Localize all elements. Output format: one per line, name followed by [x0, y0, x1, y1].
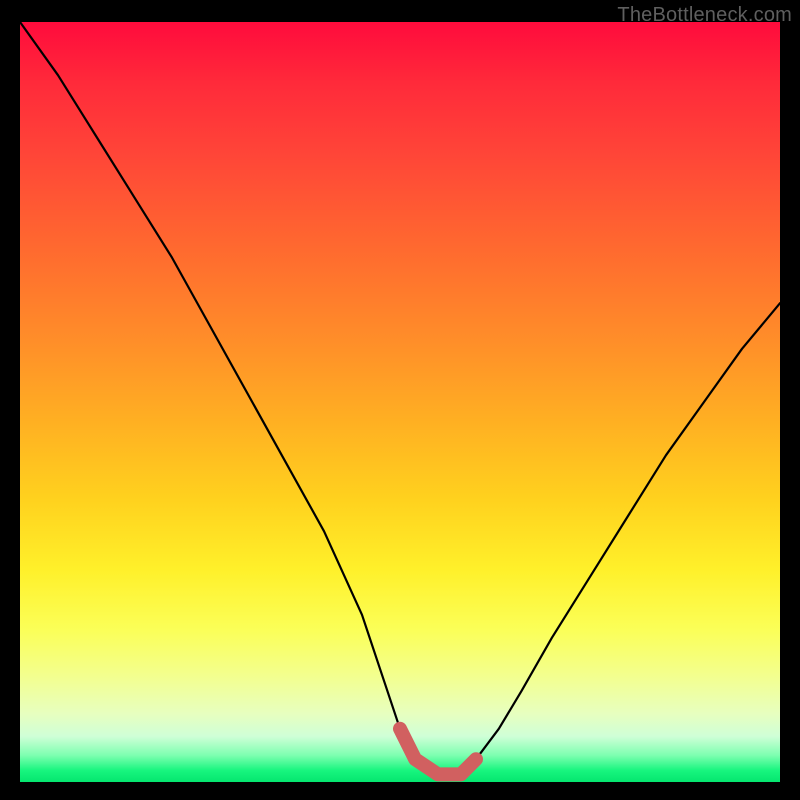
- trough-highlight: [400, 729, 476, 775]
- bottleneck-curve-line: [20, 22, 780, 774]
- plot-area: [20, 22, 780, 782]
- watermark-text: TheBottleneck.com: [617, 4, 792, 27]
- chart-stage: TheBottleneck.com: [0, 0, 800, 800]
- curve-svg: [20, 22, 780, 782]
